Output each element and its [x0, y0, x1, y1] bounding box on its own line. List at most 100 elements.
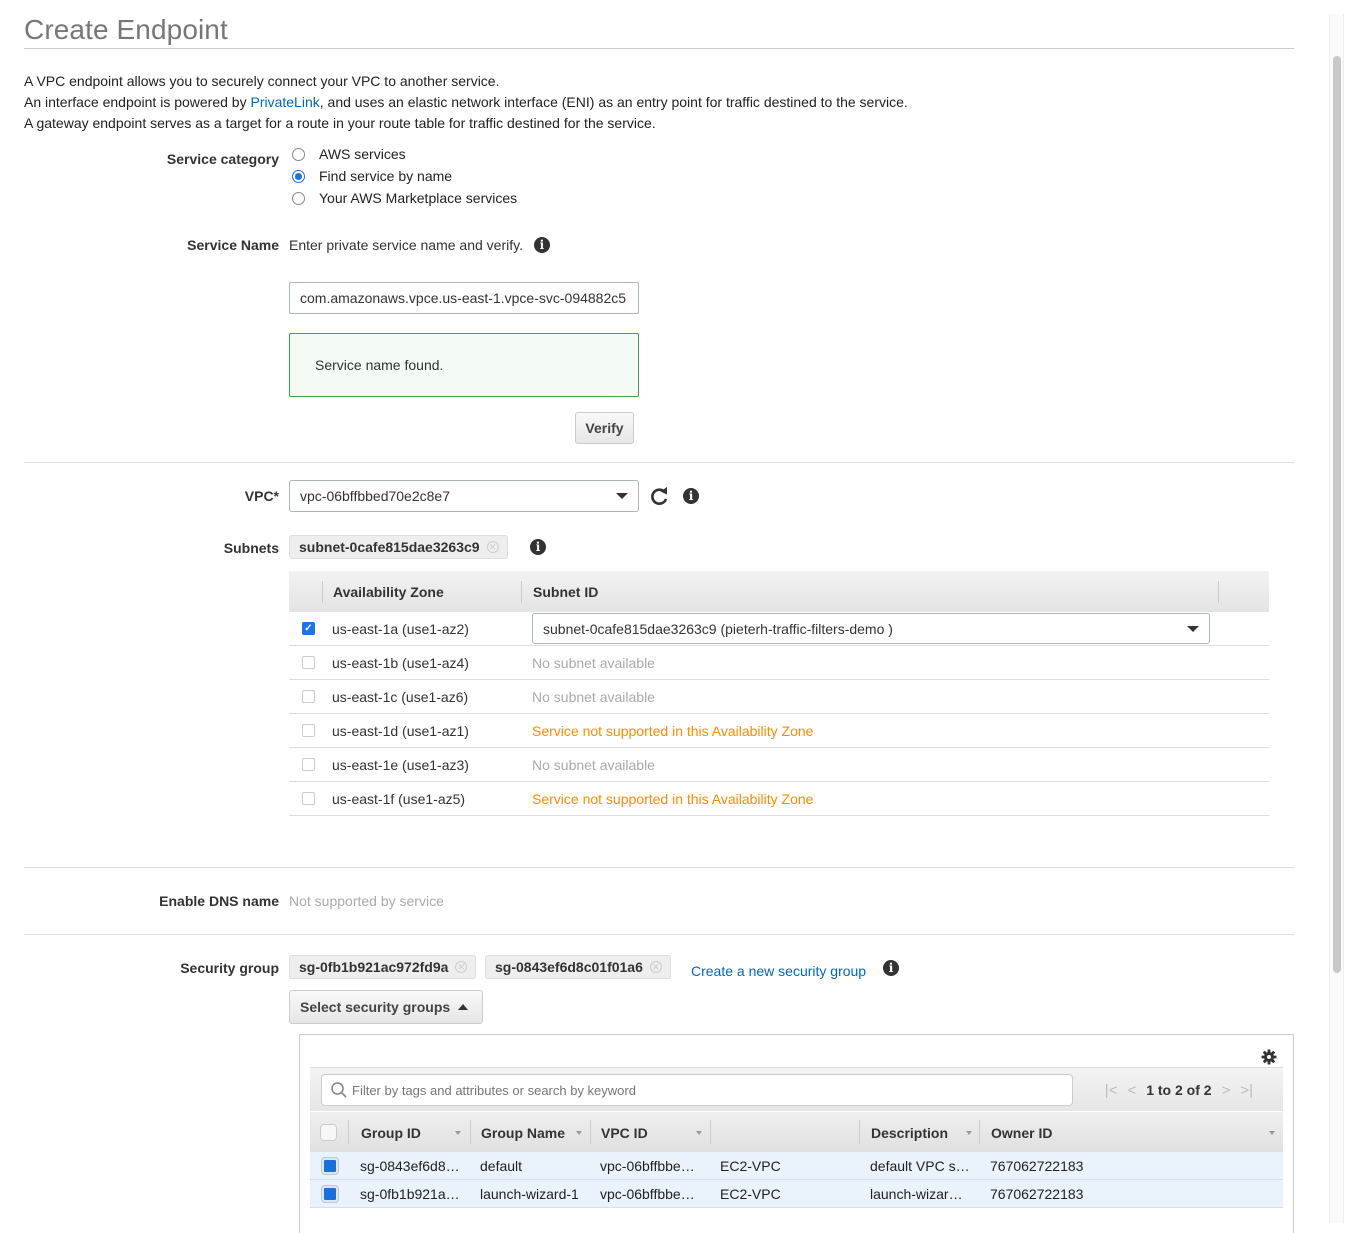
vertical-scrollbar[interactable]	[1329, 14, 1344, 1223]
owner-id: 767062722183	[990, 1186, 1084, 1202]
select-security-groups-label: Select security groups	[300, 999, 451, 1015]
security-group-row[interactable]: sg-0843ef6d8… default vpc-06bffbbe… EC2-…	[310, 1152, 1283, 1180]
subnets-label: Subnets	[223, 540, 279, 556]
search-icon	[331, 1082, 347, 1098]
checkbox[interactable]	[302, 758, 315, 771]
radio-button[interactable]	[292, 191, 305, 205]
previous-page-icon[interactable]: <	[1127, 1082, 1136, 1099]
service-name-label: Service Name	[187, 237, 279, 253]
vpc-id: vpc-06bffbbe…	[600, 1186, 695, 1202]
checkbox[interactable]	[302, 656, 315, 669]
column-divider	[322, 581, 323, 603]
group-name: default	[480, 1158, 523, 1174]
chevron-down-icon	[1187, 625, 1199, 632]
row-checkbox-checked[interactable]	[322, 1186, 338, 1202]
security-group-token: sg-0fb1b921ac972fd9a ✕	[289, 955, 477, 979]
section-divider	[24, 934, 1294, 935]
scrollbar-thumb[interactable]	[1333, 56, 1341, 973]
subnet-token-label: subnet-0cafe815dae3263c9	[299, 539, 480, 555]
description: default VPC s…	[870, 1158, 970, 1174]
vpc-label: VPC*	[244, 488, 279, 504]
next-page-icon[interactable]: >	[1222, 1082, 1231, 1099]
subnet-warning: Service not supported in this Availabili…	[532, 790, 814, 807]
sort-icon[interactable]	[966, 1131, 972, 1135]
security-group-filter-input[interactable]: Filter by tags and attributes or search …	[321, 1074, 1073, 1106]
radio-button-selected[interactable]	[292, 169, 305, 183]
column-subnet-id: Subnet ID	[533, 583, 599, 600]
column-description[interactable]: Description	[871, 1112, 948, 1153]
select-all-checkbox[interactable]	[320, 1124, 337, 1141]
remove-token-icon[interactable]: ✕	[455, 961, 468, 973]
info-icon[interactable]: i	[883, 960, 899, 976]
group-id: sg-0843ef6d8…	[360, 1158, 460, 1174]
checkbox[interactable]	[302, 690, 315, 703]
gear-icon[interactable]	[1261, 1049, 1277, 1065]
checkbox-checked[interactable]: ✓	[302, 622, 315, 635]
sort-icon[interactable]	[1269, 1131, 1275, 1135]
column-divider	[979, 1120, 980, 1144]
column-group-name[interactable]: Group Name	[481, 1112, 565, 1153]
remove-token-icon[interactable]: ✕	[649, 961, 662, 973]
last-page-icon[interactable]: >|	[1240, 1082, 1253, 1099]
privatelink-link[interactable]: PrivateLink	[250, 94, 319, 110]
section-divider	[24, 867, 1294, 868]
refresh-icon[interactable]	[649, 484, 669, 508]
column-divider	[348, 1120, 349, 1144]
subnet-select[interactable]: subnet-0cafe815dae3263c9 (pieterh-traffi…	[532, 613, 1210, 644]
sort-icon[interactable]	[696, 1131, 702, 1135]
pagination-count: 1 to 2 of 2	[1146, 1082, 1212, 1098]
column-group-id[interactable]: Group ID	[361, 1112, 421, 1153]
column-divider	[710, 1120, 711, 1144]
owner-id: 767062722183	[990, 1158, 1084, 1174]
subnet-warning: Service not supported in this Availabili…	[532, 722, 814, 739]
create-security-group-link[interactable]: Create a new security group	[691, 963, 866, 979]
radio-find-service-by-name[interactable]: Find service by name	[292, 168, 452, 184]
sort-icon[interactable]	[576, 1131, 582, 1135]
chevron-down-icon	[616, 493, 628, 499]
platform: EC2-VPC	[720, 1158, 781, 1174]
info-icon[interactable]: i	[533, 237, 550, 253]
subnet-row: us-east-1b (use1-az4) No subnet availabl…	[289, 646, 1269, 680]
intro-line-2-prefix: An interface endpoint is powered by	[24, 94, 251, 110]
column-divider	[1218, 581, 1219, 603]
select-security-groups-button[interactable]: Select security groups	[289, 990, 483, 1024]
section-divider	[24, 462, 1294, 463]
service-name-input[interactable]: com.amazonaws.vpce.us-east-1.vpce-svc-09…	[289, 282, 639, 314]
chevron-up-icon	[458, 1004, 469, 1010]
checkbox[interactable]	[302, 792, 315, 805]
service-name-hint: Enter private service name and verify.	[289, 237, 523, 253]
column-divider	[470, 1120, 471, 1144]
column-vpc-id[interactable]: VPC ID	[601, 1112, 648, 1153]
verify-button[interactable]: Verify	[575, 412, 634, 444]
pagination: |< < 1 to 2 of 2 > >|	[1105, 1068, 1253, 1112]
security-group-token-label: sg-0843ef6d8c01f01a6	[495, 959, 643, 975]
subnet-row: us-east-1c (use1-az6) No subnet availabl…	[289, 680, 1269, 714]
platform: EC2-VPC	[720, 1186, 781, 1202]
radio-marketplace-services[interactable]: Your AWS Marketplace services	[292, 190, 517, 206]
remove-token-icon[interactable]: ✕	[486, 541, 499, 553]
vpc-select[interactable]: vpc-06bffbbed70e2c8e7	[289, 480, 639, 512]
intro-text: A VPC endpoint allows you to securely co…	[24, 71, 908, 134]
radio-label: Your AWS Marketplace services	[319, 190, 518, 206]
security-group-toolbar: Filter by tags and attributes or search …	[310, 1067, 1283, 1111]
zone-name: us-east-1a (use1-az2)	[332, 620, 469, 637]
column-owner-id[interactable]: Owner ID	[991, 1112, 1052, 1153]
zone-name: us-east-1b (use1-az4)	[332, 654, 469, 671]
subnet-status: No subnet available	[532, 756, 655, 773]
service-name-hint-row: Enter private service name and verify. i	[289, 237, 550, 253]
zone-name: us-east-1f (use1-az5)	[332, 790, 466, 807]
service-found-alert: Service name found.	[289, 333, 639, 397]
subnet-row: us-east-1d (use1-az1) Service not suppor…	[289, 714, 1269, 748]
row-checkbox-checked[interactable]	[322, 1158, 338, 1174]
checkbox[interactable]	[302, 724, 315, 737]
info-icon[interactable]: i	[530, 539, 546, 555]
subnet-row: us-east-1e (use1-az3) No subnet availabl…	[289, 748, 1269, 782]
security-group-row[interactable]: sg-0fb1b921a… launch-wizard-1 vpc-06bffb…	[310, 1180, 1283, 1208]
radio-button[interactable]	[292, 147, 305, 161]
info-icon[interactable]: i	[683, 488, 699, 504]
description: launch-wizar…	[870, 1186, 963, 1202]
intro-line-1: A VPC endpoint allows you to securely co…	[24, 73, 500, 89]
sort-icon[interactable]	[455, 1131, 461, 1135]
first-page-icon[interactable]: |<	[1105, 1082, 1118, 1099]
radio-aws-services[interactable]: AWS services	[292, 146, 406, 162]
